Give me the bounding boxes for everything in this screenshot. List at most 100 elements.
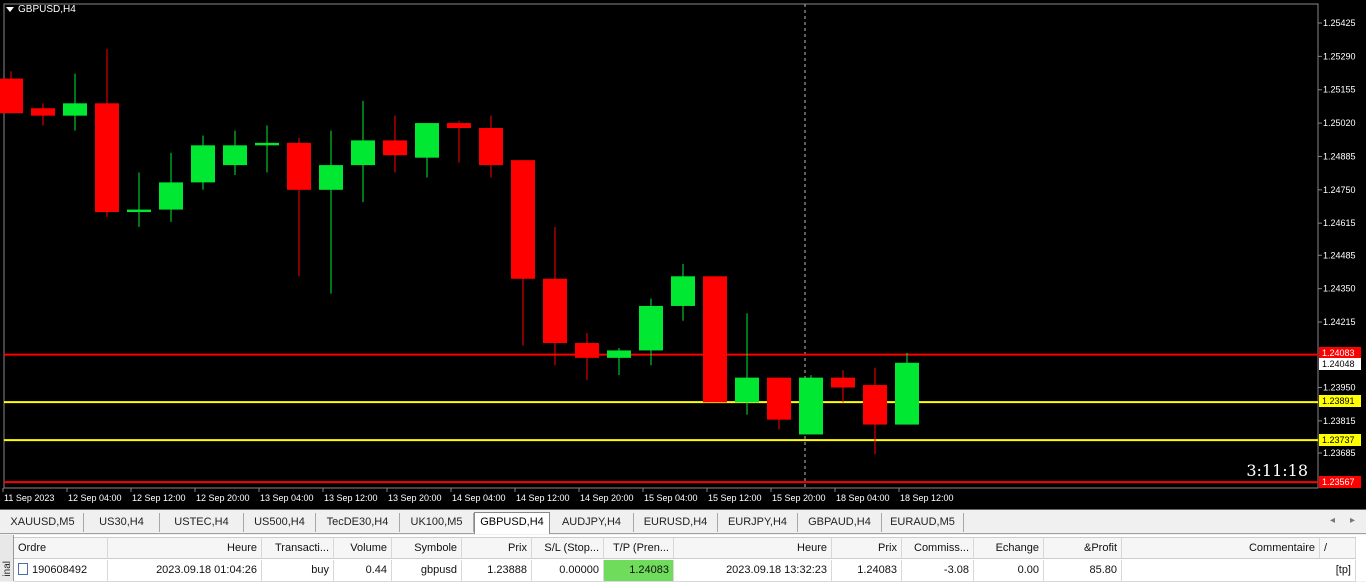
column-header[interactable]: / xyxy=(1320,538,1356,558)
column-header[interactable]: Prix xyxy=(832,538,902,558)
tab-gbpusd-h4[interactable]: GBPUSD,H4 xyxy=(474,512,550,534)
bull-candle xyxy=(799,377,823,435)
price-level-tag-label: 1.23737 xyxy=(1322,435,1355,445)
dropdown-triangle-icon[interactable] xyxy=(6,7,14,12)
time-tick-label: 13 Sep 12:00 xyxy=(324,493,378,503)
table-cell: [tp] xyxy=(1122,560,1356,581)
tab-tecde30-h4[interactable]: TecDE30,H4 xyxy=(316,513,400,532)
column-header[interactable]: Symbole xyxy=(392,538,462,558)
table-cell: 85.80 xyxy=(1044,560,1122,581)
tab-ustec-h4[interactable]: USTEC,H4 xyxy=(160,513,244,532)
table-cell: 0.00 xyxy=(974,560,1044,581)
column-header[interactable]: Heure xyxy=(674,538,832,558)
chart-window[interactable]: 1.25425 1.25290 1.25155 1.25020 1.24885 1.247… xyxy=(0,0,1366,510)
bull-candle xyxy=(415,123,439,158)
table-cell: buy xyxy=(262,560,334,581)
chart-tabs-bar: XAUUSD,M5 US30,H4 USTEC,H4 US500,H4 TecDE30,… xyxy=(0,511,1366,534)
time-tick-label: 15 Sep 12:00 xyxy=(708,493,762,503)
price-level-tag-label: 1.23567 xyxy=(1322,477,1355,487)
bull-candle xyxy=(607,350,631,358)
column-header[interactable]: Commiss... xyxy=(902,538,974,558)
column-header[interactable]: Ordre xyxy=(14,538,108,558)
tab-us30-h4[interactable]: US30,H4 xyxy=(84,513,160,532)
column-header[interactable]: S/L (Stop... xyxy=(532,538,604,558)
bull-candle xyxy=(351,140,375,166)
time-tick-label: 12 Sep 04:00 xyxy=(68,493,122,503)
tab-euraud-m5[interactable]: EURAUD,M5 xyxy=(882,513,964,532)
tab-scroll-left-icon[interactable]: ◂ xyxy=(1330,515,1335,526)
tab-eurusd-h4[interactable]: EURUSD,H4 xyxy=(634,513,718,532)
bull-candle xyxy=(159,182,183,210)
table-cell: 1.24083 xyxy=(832,560,902,581)
time-tick-label: 14 Sep 20:00 xyxy=(580,493,634,503)
tab-gbpaud-h4[interactable]: GBPAUD,H4 xyxy=(798,513,882,532)
table-cell: 190608492 xyxy=(14,560,108,581)
price-tick-label: 1.23815 xyxy=(1323,416,1356,426)
time-tick-label: 13 Sep 04:00 xyxy=(260,493,314,503)
table-cell: gbpusd xyxy=(392,560,462,581)
table-cell: 2023.09.18 13:32:23 xyxy=(674,560,832,581)
bear-candle xyxy=(31,108,55,116)
table-cell: 0.44 xyxy=(334,560,392,581)
bull-candle xyxy=(735,377,759,403)
time-tick-label: 11 Sep 2023 xyxy=(4,493,54,503)
candlestick-chart[interactable]: 1.25425 1.25290 1.25155 1.25020 1.24885 1.247… xyxy=(0,0,1366,510)
terminal-side-label[interactable]: inal xyxy=(0,535,14,581)
column-header[interactable]: T/P (Pren... xyxy=(604,538,674,558)
bull-candle xyxy=(255,142,279,146)
price-tick-label: 1.24485 xyxy=(1323,250,1356,260)
time-tick-label: 13 Sep 20:00 xyxy=(388,493,442,503)
terminal-panel: inal Ordre Heure Transacti... Volume Symbole… xyxy=(0,535,1366,582)
bull-candle xyxy=(63,103,87,116)
table-cell: 0.00000 xyxy=(532,560,604,581)
bear-candle xyxy=(703,276,727,403)
bull-candle xyxy=(895,362,919,425)
candle-countdown: 3:11:18 xyxy=(1246,461,1308,480)
price-tick-label: 1.24885 xyxy=(1323,151,1356,161)
tab-xauusd-m5[interactable]: XAUUSD,M5 xyxy=(2,513,84,532)
table-row[interactable]: 190608492 2023.09.18 01:04:26 buy 0.44 gbpus… xyxy=(14,560,1356,582)
price-tick-label: 1.24750 xyxy=(1323,185,1356,195)
time-tick-label: 12 Sep 20:00 xyxy=(196,493,250,503)
price-level-tag-label: 1.24083 xyxy=(1322,348,1355,358)
column-header[interactable]: Echange xyxy=(974,538,1044,558)
price-tick-label: 1.24615 xyxy=(1323,218,1356,228)
bear-candle xyxy=(287,142,311,190)
table-cell: -3.08 xyxy=(902,560,974,581)
table-cell: 1.24083 xyxy=(604,560,674,581)
time-tick-label: 18 Sep 12:00 xyxy=(900,493,954,503)
tab-scroll-right-icon[interactable]: ▸ xyxy=(1350,515,1355,526)
column-header[interactable]: Volume xyxy=(334,538,392,558)
tab-audjpy-h4[interactable]: AUDJPY,H4 xyxy=(550,513,634,532)
price-tick-label: 1.23950 xyxy=(1323,383,1356,393)
time-tick-label: 14 Sep 12:00 xyxy=(516,493,570,503)
bear-candle xyxy=(511,160,535,279)
bear-candle xyxy=(831,377,855,388)
column-header[interactable]: Transacti... xyxy=(262,538,334,558)
table-cell: 2023.09.18 01:04:26 xyxy=(108,560,262,581)
chart-title[interactable]: GBPUSD,H4 xyxy=(6,4,76,15)
table-header: Ordre Heure Transacti... Volume Symbole Prix S… xyxy=(14,537,1356,559)
bull-candle xyxy=(319,165,343,190)
bull-candle xyxy=(639,305,663,351)
table-cell: 1.23888 xyxy=(462,560,532,581)
column-header[interactable]: &Profit xyxy=(1044,538,1122,558)
bull-candle xyxy=(223,145,247,166)
time-tick-label: 12 Sep 12:00 xyxy=(132,493,186,503)
order-document-icon xyxy=(18,563,28,575)
time-tick-label: 18 Sep 04:00 xyxy=(836,493,890,503)
tab-uk100-m5[interactable]: UK100,M5 xyxy=(400,513,474,532)
tab-eurjpy-h4[interactable]: EURJPY,H4 xyxy=(718,513,798,532)
tab-us500-h4[interactable]: US500,H4 xyxy=(244,513,316,532)
column-header[interactable]: Prix xyxy=(462,538,532,558)
time-tick-label: 14 Sep 04:00 xyxy=(452,493,506,503)
plot-frame xyxy=(3,3,1319,489)
column-header[interactable]: Commentaire xyxy=(1122,538,1320,558)
column-header[interactable]: Heure xyxy=(108,538,262,558)
price-tick-label: 1.24350 xyxy=(1323,284,1356,294)
price-tick-label: 1.23685 xyxy=(1323,448,1356,458)
price-tick-label: 1.25425 xyxy=(1323,18,1356,28)
chart-symbol-label: GBPUSD,H4 xyxy=(18,4,76,15)
time-tick-label: 15 Sep 20:00 xyxy=(772,493,826,503)
bear-candle xyxy=(575,343,599,358)
